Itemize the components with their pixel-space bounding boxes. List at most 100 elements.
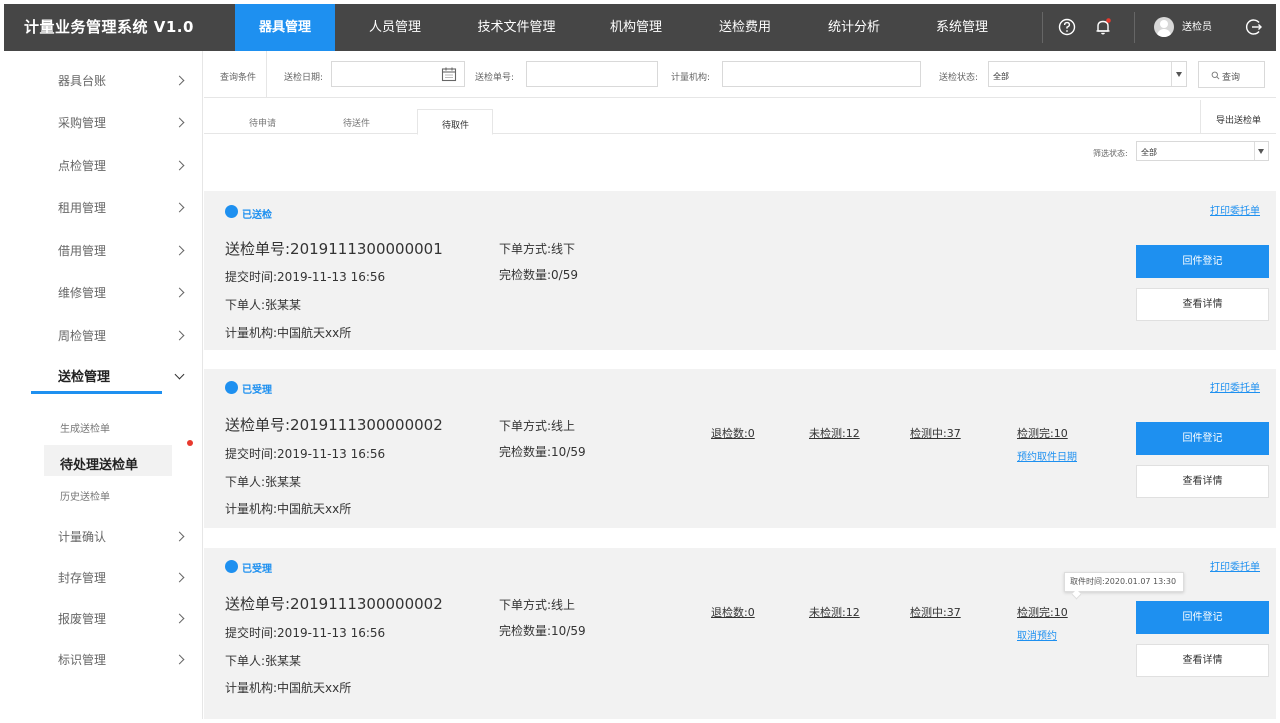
nav-item-statistics[interactable]: 统计分析 xyxy=(804,4,904,51)
top-nav-bar: 计量业务管理系统 V1.0 器具管理 人员管理 技术文件管理 机构管理 送检费用… xyxy=(4,4,1276,51)
query-button[interactable]: 查询 xyxy=(1198,61,1265,88)
status-dot-icon xyxy=(225,560,238,573)
sidebar: 器具台账 采购管理 点检管理 租用管理 借用管理 维修管理 周检管理 送检管理 … xyxy=(4,51,203,719)
status-dot-icon xyxy=(225,205,238,218)
tested-count[interactable]: 检测完:10 xyxy=(1017,604,1068,620)
untested-count[interactable]: 未检测:12 xyxy=(809,604,860,620)
status-select-value: 全部 xyxy=(993,72,1009,81)
logout-icon[interactable] xyxy=(1244,17,1264,37)
sidebar-item-labeling[interactable]: 标识管理 xyxy=(4,645,203,675)
nav-item-instruments[interactable]: 器具管理 xyxy=(235,4,335,51)
order-creator: 下单人:张某某 xyxy=(225,654,302,668)
print-order-link[interactable]: 打印委托单 xyxy=(1210,379,1260,394)
done-count: 完检数量:10/59 xyxy=(499,445,586,459)
org-input[interactable] xyxy=(722,61,921,87)
sidebar-item-rental[interactable]: 租用管理 xyxy=(4,193,203,223)
user-name[interactable]: 送检员 xyxy=(1182,4,1212,51)
order-institution: 计量机构:中国航天xx所 xyxy=(225,502,352,516)
chevron-down-icon[interactable] xyxy=(1176,72,1182,77)
print-order-link[interactable]: 打印委托单 xyxy=(1210,558,1260,573)
tab-pending-apply[interactable]: 待申请 xyxy=(249,116,276,129)
app-title: 计量业务管理系统 V1.0 xyxy=(24,18,194,36)
register-return-button[interactable]: 回件登记 xyxy=(1136,601,1269,634)
chevron-down-icon[interactable] xyxy=(1258,149,1264,154)
order-method: 下单方式:线上 xyxy=(499,598,576,612)
filter-bar: 查询条件 送检日期: 送检单号: 计量机构: 送检状态: 全部 查询 xyxy=(204,51,1276,98)
register-return-button[interactable]: 回件登记 xyxy=(1136,422,1269,455)
chevron-right-icon xyxy=(174,287,185,298)
tab-label: 待取件 xyxy=(442,121,470,131)
nav-item-tech-docs[interactable]: 技术文件管理 xyxy=(459,4,574,51)
schedule-pickup-link[interactable]: 预约取件日期 xyxy=(1017,448,1077,463)
calendar-icon[interactable] xyxy=(441,66,457,82)
order-creator: 下单人:张某某 xyxy=(225,298,302,312)
view-details-button[interactable]: 查看详情 xyxy=(1136,644,1269,677)
order-no-input[interactable] xyxy=(526,61,658,87)
sidebar-item-inspection[interactable]: 送检管理 xyxy=(4,363,203,393)
chevron-right-icon xyxy=(174,117,185,128)
chevron-right-icon xyxy=(174,75,185,86)
returned-count[interactable]: 退检数:0 xyxy=(711,604,755,620)
chevron-right-icon xyxy=(174,572,185,583)
search-icon xyxy=(1211,71,1220,80)
sidebar-item-purchase[interactable]: 采购管理 xyxy=(4,108,203,138)
returned-count[interactable]: 退检数:0 xyxy=(711,425,755,441)
bell-icon[interactable] xyxy=(1093,17,1113,37)
tested-count[interactable]: 检测完:10 xyxy=(1017,425,1068,441)
sidebar-item-seal[interactable]: 封存管理 xyxy=(4,563,203,593)
view-details-button[interactable]: 查看详情 xyxy=(1136,465,1269,498)
status-badge: 已送检 xyxy=(242,210,272,221)
sidebar-item-spot-check[interactable]: 点检管理 xyxy=(4,151,203,181)
sidebar-item-label: 报废管理 xyxy=(58,612,107,626)
sidebar-item-label: 借用管理 xyxy=(58,244,107,258)
nav-item-personnel[interactable]: 人员管理 xyxy=(345,4,445,51)
sidebar-item-repair[interactable]: 维修管理 xyxy=(4,278,203,308)
submenu-item-create-order[interactable]: 生成送检单 xyxy=(60,420,110,435)
sidebar-item-label: 器具台账 xyxy=(58,74,107,88)
org-label: 计量机构: xyxy=(671,73,711,83)
sidebar-item-periodic-check[interactable]: 周检管理 xyxy=(4,321,203,351)
nav-item-institutions[interactable]: 机构管理 xyxy=(586,4,686,51)
order-card: 已受理 打印委托单 送检单号:2019111300000002 提交时间:201… xyxy=(204,369,1276,528)
register-return-button[interactable]: 回件登记 xyxy=(1136,245,1269,278)
nav-item-system[interactable]: 系统管理 xyxy=(912,4,1012,51)
status-select[interactable] xyxy=(988,61,1187,87)
tab-pending-send[interactable]: 待送件 xyxy=(343,116,370,129)
active-menu-indicator xyxy=(31,391,162,394)
sidebar-item-scrap[interactable]: 报废管理 xyxy=(4,604,203,634)
cancel-reservation-link[interactable]: 取消预约 xyxy=(1017,627,1057,642)
filter-status-label: 筛选状态: xyxy=(1093,149,1128,158)
sidebar-item-label: 点检管理 xyxy=(58,159,107,173)
testing-count[interactable]: 检测中:37 xyxy=(910,425,961,441)
status-badge: 已受理 xyxy=(242,564,272,575)
testing-count[interactable]: 检测中:37 xyxy=(910,604,961,620)
help-icon[interactable] xyxy=(1057,17,1077,37)
untested-count[interactable]: 未检测:12 xyxy=(809,425,860,441)
order-number: 送检单号:2019111300000002 xyxy=(225,595,443,613)
export-button[interactable]: 导出送检单 xyxy=(1200,100,1276,134)
chevron-right-icon xyxy=(174,613,185,624)
sidebar-item-label: 计量确认 xyxy=(58,530,107,544)
select-separator xyxy=(1254,142,1255,160)
filter-status-value: 全部 xyxy=(1141,148,1157,157)
export-button-label: 导出送检单 xyxy=(1216,116,1262,126)
filter-section-label: 查询条件 xyxy=(220,73,257,83)
sidebar-item-instrument-ledger[interactable]: 器具台账 xyxy=(4,66,203,96)
view-details-button[interactable]: 查看详情 xyxy=(1136,288,1269,321)
order-card: 已送检 打印委托单 送检单号:2019111300000001 提交时间:201… xyxy=(204,191,1276,350)
chevron-right-icon xyxy=(174,160,185,171)
sidebar-item-confirmation[interactable]: 计量确认 xyxy=(4,522,203,552)
sidebar-item-label: 送检管理 xyxy=(58,370,111,385)
submenu-item-history-orders[interactable]: 历史送检单 xyxy=(60,488,110,503)
user-avatar-icon[interactable] xyxy=(1154,17,1174,37)
print-order-link[interactable]: 打印委托单 xyxy=(1210,202,1260,217)
chevron-down-icon xyxy=(174,369,185,380)
main-content: 查询条件 送检日期: 送检单号: 计量机构: 送检状态: 全部 查询 待申请 待… xyxy=(204,51,1276,719)
order-number: 送检单号:2019111300000001 xyxy=(225,240,443,258)
chevron-right-icon xyxy=(174,330,185,341)
order-method: 下单方式:线下 xyxy=(499,242,576,256)
sidebar-item-borrow[interactable]: 借用管理 xyxy=(4,236,203,266)
status-badge: 已受理 xyxy=(242,385,272,396)
order-creator: 下单人:张某某 xyxy=(225,475,302,489)
nav-item-inspection-fees[interactable]: 送检费用 xyxy=(695,4,795,51)
